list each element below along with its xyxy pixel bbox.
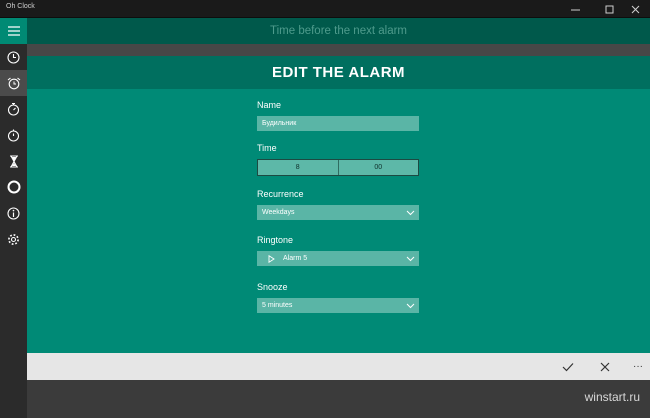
sidebar-item-alarm[interactable] <box>0 70 27 96</box>
sidebar-item-hourglass[interactable] <box>0 148 27 174</box>
hour-field[interactable]: 8 <box>258 160 338 175</box>
watermark: winstart.ru <box>584 390 640 404</box>
recurrence-label: Recurrence <box>257 189 304 199</box>
ringtone-dropdown[interactable]: Alarm 5 <box>257 251 419 266</box>
snooze-label: Snooze <box>257 282 288 292</box>
minimize-icon <box>570 9 580 10</box>
sidebar-item-info[interactable] <box>0 200 27 226</box>
title-bar: Oh Clock <box>0 0 650 18</box>
next-alarm-bar: Time before the next alarm <box>27 18 650 44</box>
sidebar-item-clock[interactable] <box>0 44 27 70</box>
divider-strip <box>27 44 650 56</box>
sidebar-item-stopwatch[interactable] <box>0 96 27 122</box>
name-value: Будильник <box>262 120 297 127</box>
name-label: Name <box>257 100 282 110</box>
play-icon[interactable] <box>268 255 275 263</box>
edit-alarm-panel: EDIT THE ALARM Name Будильник Time 8 00 … <box>27 56 650 353</box>
sidebar-item-circle[interactable] <box>0 174 27 200</box>
ringtone-label: Ringtone <box>257 235 294 245</box>
snooze-dropdown[interactable]: 5 minutes <box>257 298 419 313</box>
chevron-down-icon <box>406 210 415 216</box>
sidebar-item-settings[interactable] <box>0 226 27 252</box>
maximize-icon <box>605 5 613 13</box>
chevron-down-icon <box>406 303 415 309</box>
checkmark-icon <box>562 362 574 371</box>
circle-icon <box>7 180 20 194</box>
close-button[interactable] <box>620 0 650 18</box>
time-picker: 8 00 <box>257 159 419 176</box>
snooze-value: 5 minutes <box>262 302 293 309</box>
stopwatch-icon <box>7 102 20 116</box>
alarm-icon <box>7 77 20 89</box>
close-icon <box>631 5 639 13</box>
hourglass-icon <box>9 154 18 168</box>
close-icon <box>600 362 610 371</box>
chevron-down-icon <box>406 256 415 262</box>
gear-icon <box>8 233 19 245</box>
sidebar-item-timer[interactable] <box>0 122 27 148</box>
command-bar: ··· <box>27 353 650 380</box>
sidebar <box>0 18 27 418</box>
panel-title: EDIT THE ALARM <box>271 64 406 81</box>
recurrence-value: Weekdays <box>262 209 295 216</box>
panel-header: EDIT THE ALARM <box>27 56 650 89</box>
more-button[interactable]: ··· <box>623 353 650 380</box>
next-alarm-text: Time before the next alarm <box>270 25 407 37</box>
sidebar-menu-button[interactable] <box>0 18 27 44</box>
ringtone-value: Alarm 5 <box>283 255 308 262</box>
timer-icon <box>7 129 20 142</box>
save-button[interactable] <box>553 353 583 380</box>
name-input[interactable]: Будильник <box>257 116 419 131</box>
clock-icon <box>7 50 20 64</box>
cancel-button[interactable] <box>590 353 620 380</box>
time-label: Time <box>257 143 277 153</box>
window-title: Oh Clock <box>6 3 35 10</box>
minimize-button[interactable] <box>560 0 590 18</box>
recurrence-dropdown[interactable]: Weekdays <box>257 205 419 220</box>
minute-field[interactable]: 00 <box>337 160 419 175</box>
hamburger-icon <box>7 26 20 36</box>
info-icon <box>7 206 20 220</box>
background-area <box>27 380 650 418</box>
